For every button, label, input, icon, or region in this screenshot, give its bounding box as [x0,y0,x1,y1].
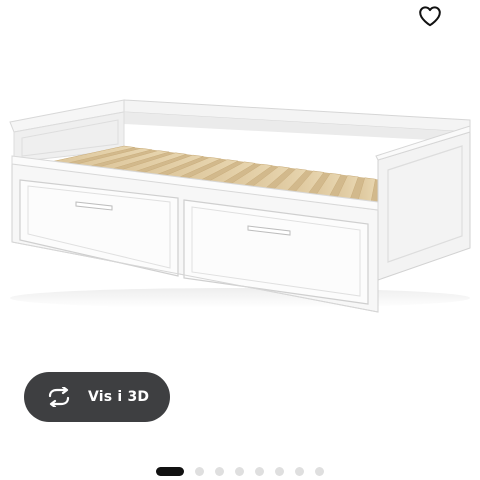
carousel-dot[interactable] [275,466,284,476]
carousel-dot[interactable] [195,466,204,476]
product-image [0,80,480,330]
carousel-dot[interactable] [235,466,244,476]
view-in-3d-label: Vis i 3D [88,389,150,405]
view-in-3d-button[interactable]: Vis i 3D [24,372,170,422]
favorite-button[interactable] [416,4,444,32]
carousel-dot[interactable] [315,466,324,476]
rotate-arrows-icon [46,386,72,408]
heart-icon [418,5,442,32]
carousel-dot[interactable] [295,466,304,476]
carousel-dot-active[interactable] [156,466,184,476]
carousel-dot[interactable] [215,466,224,476]
carousel-pagination [156,466,335,476]
carousel-dot[interactable] [255,466,264,476]
